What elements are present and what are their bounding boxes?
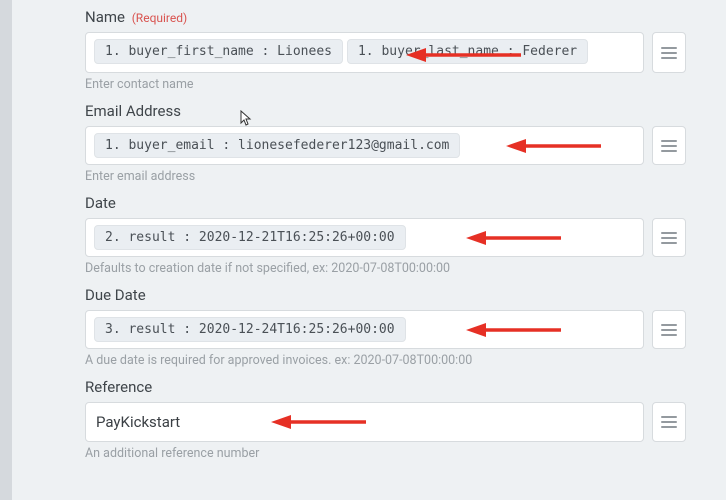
- field-due-date: Due Date 3. result : 2020-12-24T16:25:26…: [85, 286, 686, 368]
- date-helper: Defaults to creation date if not specifi…: [85, 261, 686, 276]
- email-label: Email Address: [85, 102, 686, 120]
- due-date-helper: A due date is required for approved invo…: [85, 353, 686, 368]
- arrow-icon: [506, 138, 606, 154]
- arrow-icon: [466, 322, 566, 338]
- name-chip-last[interactable]: 1. buyer_last_name : Federer: [347, 39, 588, 64]
- email-chip[interactable]: 1. buyer_email : lionesefederer123@gmail…: [94, 133, 460, 158]
- name-helper: Enter contact name: [85, 77, 686, 92]
- name-label: Name (Required): [85, 8, 686, 26]
- name-chip-first[interactable]: 1. buyer_first_name : Lionees: [94, 39, 343, 64]
- form-page: Name (Required) 1. buyer_first_name : Li…: [0, 0, 726, 500]
- due-date-label: Due Date: [85, 286, 686, 304]
- name-input[interactable]: 1. buyer_first_name : Lionees 1. buyer_l…: [85, 32, 644, 73]
- email-helper: Enter email address: [85, 169, 686, 184]
- date-label: Date: [85, 194, 686, 212]
- arrow-icon: [466, 230, 566, 246]
- name-label-text: Name: [85, 8, 125, 26]
- due-date-input[interactable]: 3. result : 2020-12-24T16:25:26+00:00: [85, 310, 644, 349]
- reference-input[interactable]: PayKickstart: [85, 402, 644, 442]
- reference-value: PayKickstart: [94, 409, 182, 435]
- email-input[interactable]: 1. buyer_email : lionesefederer123@gmail…: [85, 126, 644, 165]
- field-reference: Reference PayKickstart An additional ref…: [85, 378, 686, 461]
- name-options-button[interactable]: [652, 32, 686, 73]
- field-name: Name (Required) 1. buyer_first_name : Li…: [85, 8, 686, 92]
- reference-label: Reference: [85, 378, 686, 396]
- left-edge-strip: [0, 0, 12, 500]
- date-chip[interactable]: 2. result : 2020-12-21T16:25:26+00:00: [94, 225, 406, 250]
- date-input[interactable]: 2. result : 2020-12-21T16:25:26+00:00: [85, 218, 644, 257]
- reference-helper: An additional reference number: [85, 446, 686, 461]
- reference-options-button[interactable]: [652, 402, 686, 442]
- field-email: Email Address 1. buyer_email : lionesefe…: [85, 102, 686, 184]
- name-required-tag: (Required): [132, 11, 187, 25]
- arrow-icon: [271, 414, 371, 430]
- date-options-button[interactable]: [652, 218, 686, 257]
- email-options-button[interactable]: [652, 126, 686, 165]
- field-date: Date 2. result : 2020-12-21T16:25:26+00:…: [85, 194, 686, 276]
- due-date-chip[interactable]: 3. result : 2020-12-24T16:25:26+00:00: [94, 317, 406, 342]
- due-date-options-button[interactable]: [652, 310, 686, 349]
